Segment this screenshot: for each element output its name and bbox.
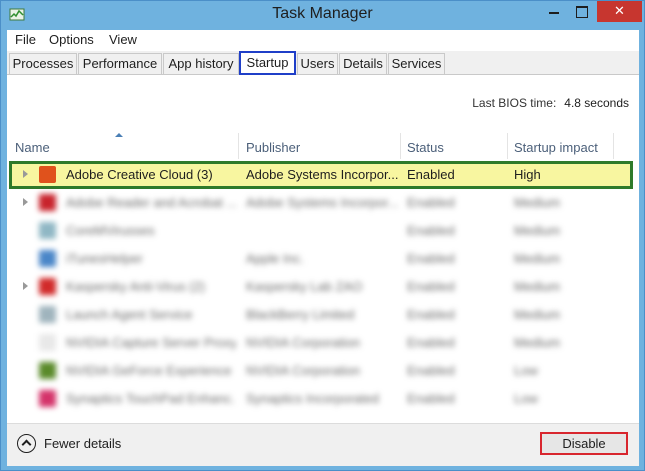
row-name: Adobe Creative Cloud (3) — [66, 167, 213, 182]
menu-bar: File Options View — [7, 30, 639, 50]
tab-services[interactable]: Services — [388, 53, 445, 75]
row-impact: High — [514, 167, 541, 182]
row-status: Enabled — [407, 251, 455, 266]
expand-arrow-icon[interactable] — [23, 170, 28, 178]
app-icon — [39, 362, 56, 379]
row-publisher: Synaptics Incorporated — [246, 391, 379, 406]
tab-processes[interactable]: Processes — [9, 53, 77, 75]
tab-performance[interactable]: Performance — [78, 53, 162, 75]
row-publisher: Kaspersky Lab ZAO — [246, 279, 363, 294]
column-separator[interactable] — [238, 133, 239, 159]
client-area: File Options View Processes Performance … — [7, 30, 639, 466]
row-status: Enabled — [407, 195, 455, 210]
row-name: Synaptics TouchPad Enhanc... — [66, 391, 236, 406]
menu-file[interactable]: File — [15, 32, 36, 47]
expand-arrow-icon[interactable] — [23, 198, 28, 206]
row-status: Enabled — [407, 335, 455, 350]
tab-details[interactable]: Details — [339, 53, 387, 75]
column-header-name[interactable]: Name — [15, 140, 50, 155]
column-separator[interactable] — [507, 133, 508, 159]
column-header-startup-impact[interactable]: Startup impact — [514, 140, 598, 155]
menu-view[interactable]: View — [109, 32, 137, 47]
minimize-button[interactable] — [540, 1, 568, 22]
row-name: NVIDIA Capture Server Proxy — [66, 335, 236, 350]
fewer-details-link[interactable]: Fewer details — [44, 436, 121, 451]
table-row[interactable]: Adobe Creative Cloud (3) Adobe Systems In… — [9, 161, 633, 189]
task-manager-window: Task Manager ✕ File Options View Process… — [0, 0, 645, 471]
row-impact: Medium — [514, 335, 561, 350]
row-status: Enabled — [407, 223, 455, 238]
row-impact: Medium — [514, 279, 561, 294]
table-row[interactable]: Kaspersky Anti-Virus (2) Kaspersky Lab ZA… — [9, 273, 633, 301]
row-publisher: NVIDIA Corporation — [246, 335, 361, 350]
last-bios-time: Last BIOS time: 4.8 seconds — [472, 96, 629, 110]
row-publisher: NVIDIA Corporation — [246, 363, 361, 378]
row-status: Enabled — [407, 279, 455, 294]
tab-strip: Processes Performance App history Startu… — [7, 51, 639, 75]
row-impact: Medium — [514, 251, 561, 266]
table-row[interactable]: NVIDIA Capture Server Proxy NVIDIA Corpor… — [9, 329, 633, 357]
table-row[interactable]: Adobe Reader and Acrobat ... Adobe System… — [9, 189, 633, 217]
row-publisher: Adobe Systems Incorpor... — [246, 167, 398, 182]
row-status: Enabled — [407, 307, 455, 322]
app-icon — [39, 334, 56, 351]
row-name: Adobe Reader and Acrobat ... — [66, 195, 236, 210]
row-impact: Medium — [514, 195, 561, 210]
app-icon — [39, 194, 56, 211]
column-header-publisher[interactable]: Publisher — [246, 140, 300, 155]
row-name: CoreMVirusses — [66, 223, 155, 238]
expand-arrow-icon[interactable] — [23, 282, 28, 290]
app-icon — [39, 166, 56, 183]
chevron-up-circle-icon[interactable] — [17, 434, 36, 453]
row-impact: Medium — [514, 223, 561, 238]
table-row[interactable]: Synaptics TouchPad Enhanc... Synaptics In… — [9, 385, 633, 413]
app-icon — [39, 250, 56, 267]
row-name: iTunesHelper — [66, 251, 143, 266]
close-button[interactable]: ✕ — [597, 1, 642, 22]
table-row[interactable]: CoreMVirusses Enabled Medium — [9, 217, 633, 245]
menu-options[interactable]: Options — [49, 32, 94, 47]
tab-app-history[interactable]: App history — [163, 53, 239, 75]
row-publisher: Adobe Systems Incorpor... — [246, 195, 398, 210]
table-row[interactable]: Launch Agent Service BlackBerry Limited En… — [9, 301, 633, 329]
row-status: Enabled — [407, 363, 455, 378]
row-publisher: BlackBerry Limited — [246, 307, 355, 322]
column-separator[interactable] — [400, 133, 401, 159]
app-icon — [39, 222, 56, 239]
close-icon: ✕ — [614, 4, 625, 19]
maximize-button[interactable] — [568, 1, 595, 22]
row-status: Enabled — [407, 167, 455, 182]
sort-ascending-icon — [115, 133, 123, 137]
row-status: Enabled — [407, 391, 455, 406]
tab-startup[interactable]: Startup — [239, 51, 296, 75]
row-impact: Low — [514, 391, 538, 406]
tab-users[interactable]: Users — [297, 53, 338, 75]
app-icon — [39, 306, 56, 323]
column-header-status[interactable]: Status — [407, 140, 444, 155]
row-name: Kaspersky Anti-Virus (2) — [66, 279, 206, 294]
footer-bar: Fewer details Disable — [7, 423, 639, 466]
row-name: NVIDIA GeForce Experience ... — [66, 363, 236, 378]
column-separator[interactable] — [613, 133, 614, 159]
bios-value: 4.8 seconds — [564, 96, 629, 110]
row-impact: Medium — [514, 307, 561, 322]
bios-label: Last BIOS time: — [472, 96, 557, 110]
disable-button[interactable]: Disable — [540, 432, 628, 455]
app-icon — [39, 278, 56, 295]
row-publisher: Apple Inc. — [246, 251, 304, 266]
title-bar: Task Manager ✕ — [1, 1, 644, 30]
table-row[interactable]: iTunesHelper Apple Inc. Enabled Medium — [9, 245, 633, 273]
table-row[interactable]: NVIDIA GeForce Experience ... NVIDIA Corp… — [9, 357, 633, 385]
app-icon — [39, 390, 56, 407]
row-impact: Low — [514, 363, 538, 378]
row-name: Launch Agent Service — [66, 307, 193, 322]
